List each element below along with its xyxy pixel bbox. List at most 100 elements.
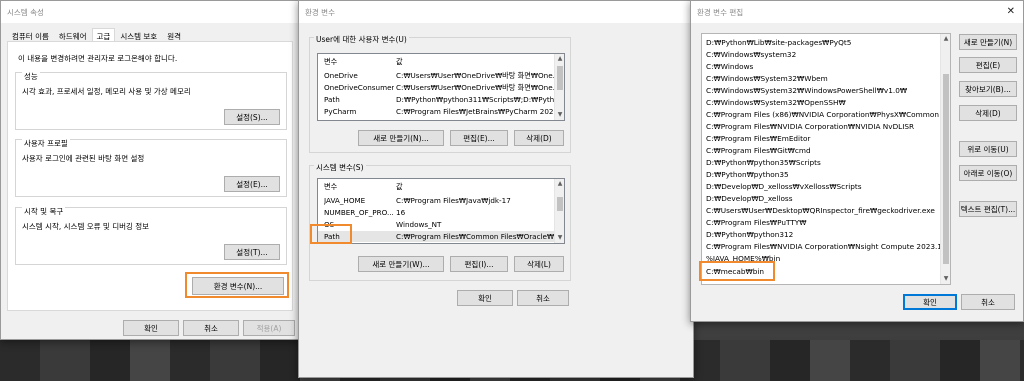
list-item[interactable]: %JAVA_HOME%₩bin (706, 252, 780, 264)
list-item[interactable]: C:₩Program Files₩NVIDIA Corporation₩NVID… (706, 120, 914, 132)
list-header: 변수 값 (318, 56, 556, 67)
sysprops-ok-button[interactable]: 확인 (123, 320, 179, 336)
user-new-button[interactable]: 새로 만들기(N)... (358, 130, 444, 146)
window-title: 시스템 속성 (7, 7, 44, 17)
list-item[interactable]: C:₩Users₩User₩Desktop₩QRInspector_fire₩g… (706, 204, 935, 216)
performance-title: 성능 (22, 71, 40, 82)
list-item[interactable]: OneDrive C:₩Users₩User₩OneDrive₩바탕 화면₩On… (318, 70, 556, 81)
editenv-cancel-button[interactable]: 취소 (961, 294, 1015, 310)
list-item[interactable]: D:₩Python₩python312 (706, 228, 793, 240)
variable-value: D:₩Python₩python311₩Scripts₩;D:₩Pyth... (396, 95, 556, 104)
system-variables-list[interactable]: 변수 값 JAVA_HOME C:₩Program Files₩Java₩jdk… (317, 178, 565, 244)
variable-value: 16 (396, 208, 406, 217)
user-profile-settings-button[interactable]: 설정(E)... (224, 176, 280, 192)
scroll-up-icon[interactable]: ▲ (941, 34, 950, 44)
system-properties-titlebar: 시스템 속성 (1, 1, 299, 23)
scroll-down-icon[interactable]: ▼ (555, 110, 564, 120)
admin-note: 이 내용을 변경하려면 관리자로 로그온해야 합니다. (18, 54, 178, 63)
list-item[interactable]: C:₩Windows₩System32₩Wbem (706, 72, 828, 84)
new-entry-button[interactable]: 새로 만들기(N) (959, 34, 1017, 50)
envvars-titlebar: 환경 변수 (299, 1, 693, 23)
list-item[interactable]: D:₩Python₩python35₩Scripts (706, 156, 821, 168)
scroll-up-icon[interactable]: ▲ (555, 54, 564, 64)
user-variables-group: User에 대한 사용자 변수(U) 변수 값 OneDrive C:₩User… (309, 34, 571, 153)
startup-recovery-title: 시작 및 복구 (22, 206, 66, 217)
variable-name: OneDrive (324, 71, 358, 80)
environment-variables-window: 환경 변수 User에 대한 사용자 변수(U) 변수 값 OneDrive C… (298, 0, 694, 378)
column-header-variable[interactable]: 변수 (324, 182, 337, 192)
column-header-value[interactable]: 값 (396, 57, 403, 67)
variable-name: OneDriveConsumer (324, 83, 394, 92)
column-header-variable[interactable]: 변수 (324, 57, 337, 67)
list-item[interactable]: C:₩Windows (706, 60, 753, 72)
variable-value: C:₩Users₩User₩OneDrive₩바탕 화면₩One... (396, 70, 556, 80)
list-item[interactable]: C:₩Program Files₩EmEditor (706, 132, 810, 144)
list-item-new[interactable]: C:₩mecab₩bin (706, 265, 764, 277)
variable-name: OS (324, 220, 335, 229)
delete-entry-button[interactable]: 삭제(D) (959, 105, 1017, 121)
list-item[interactable]: C:₩Windows₩system32 (706, 48, 796, 60)
tab-panel: 이 내용을 변경하려면 관리자로 로그온해야 합니다. 성능 시각 효과, 프로… (7, 41, 293, 311)
column-header-value[interactable]: 값 (396, 182, 403, 192)
list-item[interactable]: C:₩Program Files₩PuTTY₩ (706, 216, 806, 228)
scroll-down-icon[interactable]: ▼ (555, 233, 564, 243)
user-profile-title: 사용자 프로필 (22, 138, 70, 149)
variable-name: Path (324, 95, 340, 104)
list-item[interactable]: C:₩Program Files (x86)₩NVIDIA Corporatio… (706, 108, 939, 120)
performance-settings-button[interactable]: 설정(S)... (224, 109, 280, 125)
list-item[interactable]: OneDriveConsumer C:₩Users₩User₩OneDrive₩… (318, 82, 556, 93)
list-item[interactable]: OS Windows_NT (318, 219, 556, 230)
list-item[interactable]: D:₩Develop₩D_xelloss (706, 192, 793, 204)
edit-entry-button[interactable]: 편집(E) (959, 57, 1017, 73)
list-item[interactable]: PyCharm C:₩Program Files₩JetBrains₩PyCha… (318, 106, 556, 117)
list-item[interactable]: D:₩Python₩Lib₩site-packages₩PyQt5 (706, 36, 851, 48)
variable-name: PyCharm (324, 107, 357, 116)
user-edit-button[interactable]: 편집(E)... (450, 130, 508, 146)
list-item[interactable]: D:₩Python₩python35 (706, 168, 789, 180)
list-item[interactable]: NUMBER_OF_PRO... 16 (318, 207, 556, 218)
edit-text-button[interactable]: 텍스트 편집(T)... (959, 201, 1017, 217)
environment-variables-button[interactable]: 환경 변수(N)... (192, 277, 284, 295)
user-variables-list[interactable]: 변수 값 OneDrive C:₩Users₩User₩OneDrive₩바탕 … (317, 53, 565, 121)
list-item[interactable]: C:₩Program Files₩Git₩cmd (706, 144, 811, 156)
system-properties-window: 시스템 속성 컴퓨터 이름 하드웨어 고급 시스템 보호 원격 이 내용을 변경… (0, 0, 300, 340)
performance-group: 성능 시각 효과, 프로세서 일정, 메모리 사용 및 가상 메모리 설정(S)… (15, 71, 287, 130)
move-up-button[interactable]: 위로 이동(U) (959, 141, 1017, 157)
move-down-button[interactable]: 아래로 이동(O) (959, 165, 1017, 181)
sysprops-cancel-button[interactable]: 취소 (183, 320, 239, 336)
list-item-selected[interactable]: Path C:₩Program Files₩Common Files₩Oracl… (318, 231, 556, 242)
startup-recovery-desc: 시스템 시작, 시스템 오류 및 디버깅 정보 (22, 222, 150, 231)
sysprops-apply-button[interactable]: 적용(A) (243, 320, 295, 336)
close-icon[interactable]: ✕ (1007, 6, 1015, 17)
user-delete-button[interactable]: 삭제(D) (514, 130, 564, 146)
list-item[interactable]: Path D:₩Python₩python311₩Scripts₩;D:₩Pyt… (318, 94, 556, 105)
list-item[interactable]: JAVA_HOME C:₩Program Files₩Java₩jdk-17 (318, 195, 556, 206)
scroll-thumb[interactable] (557, 66, 563, 90)
variable-name: Path (324, 232, 340, 241)
system-new-button[interactable]: 새로 만들기(W)... (358, 256, 444, 272)
path-entries-list[interactable]: D:₩Python₩Lib₩site-packages₩PyQt5 C:₩Win… (701, 33, 951, 285)
envvars-cancel-button[interactable]: 취소 (517, 290, 569, 306)
window-title: 환경 변수 편집 (697, 7, 744, 17)
scroll-thumb[interactable] (943, 74, 949, 264)
system-delete-button[interactable]: 삭제(L) (514, 256, 564, 272)
list-item[interactable]: C:₩Windows₩System32₩OpenSSH₩ (706, 96, 846, 108)
editenv-ok-button[interactable]: 확인 (903, 294, 957, 310)
scroll-thumb[interactable] (557, 197, 563, 211)
startup-recovery-settings-button[interactable]: 설정(T)... (224, 244, 280, 260)
list-item[interactable]: D:₩Develop₩D_xelloss₩vXelloss₩Scripts (706, 180, 862, 192)
envvars-ok-button[interactable]: 확인 (457, 290, 513, 306)
vertical-scrollbar[interactable]: ▲ ▼ (554, 179, 564, 243)
variable-value: C:₩Program Files₩JetBrains₩PyCharm 202..… (396, 107, 556, 116)
vertical-scrollbar[interactable]: ▲ ▼ (554, 54, 564, 120)
browse-button[interactable]: 찾아보기(B)... (959, 81, 1017, 97)
user-profile-desc: 사용자 로그인에 관련된 바탕 화면 설정 (22, 154, 145, 163)
user-profile-group: 사용자 프로필 사용자 로그인에 관련된 바탕 화면 설정 설정(E)... (15, 138, 287, 197)
scroll-up-icon[interactable]: ▲ (555, 179, 564, 189)
list-item[interactable]: C:₩Program Files₩NVIDIA Corporation₩Nsig… (706, 240, 950, 252)
list-item[interactable]: C:₩Windows₩System32₩WindowsPowerShell₩v1… (706, 84, 907, 96)
system-edit-button[interactable]: 편집(I)... (450, 256, 508, 272)
scroll-down-icon[interactable]: ▼ (941, 274, 950, 284)
variable-value: C:₩Program Files₩Java₩jdk-17 (396, 196, 511, 205)
vertical-scrollbar[interactable]: ▲ ▼ (940, 34, 950, 284)
